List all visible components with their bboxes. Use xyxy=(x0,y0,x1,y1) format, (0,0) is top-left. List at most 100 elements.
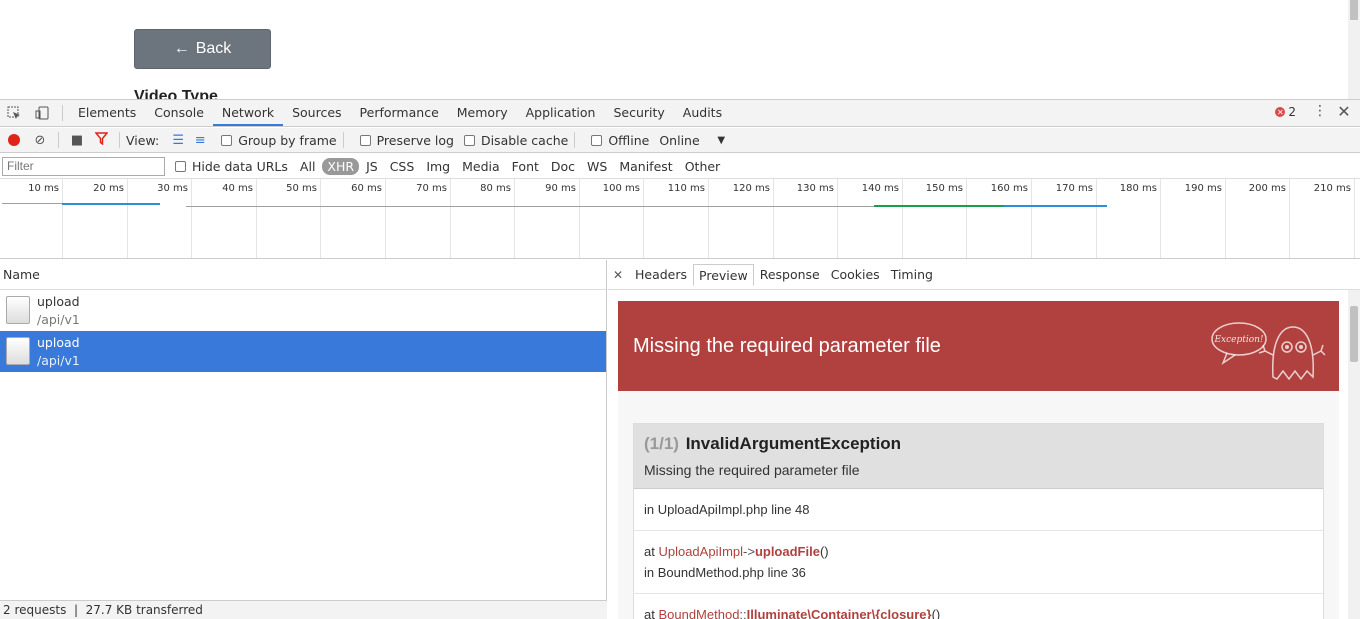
tab-security[interactable]: Security xyxy=(604,100,673,126)
filter-input[interactable] xyxy=(2,156,165,176)
detail-tab-timing[interactable]: Timing xyxy=(886,264,938,286)
timeline-tick-label: 90 ms xyxy=(545,183,576,194)
detail-tabbar: ✕ Headers Preview Response Cookies Timing xyxy=(608,260,1360,290)
disable-cache-checkbox[interactable] xyxy=(463,134,475,146)
group-by-frame-checkbox[interactable] xyxy=(221,134,233,146)
filter-type-ws[interactable]: WS xyxy=(582,158,612,175)
record-button[interactable] xyxy=(8,134,20,146)
back-button-label: Back xyxy=(195,40,232,57)
disable-cache-label: Disable cache xyxy=(480,132,569,148)
timeline-tick-label: 20 ms xyxy=(93,183,124,194)
timeline-gridline xyxy=(1289,179,1290,258)
close-devtools-icon[interactable]: ✕ xyxy=(1334,102,1354,121)
filter-type-xhr[interactable]: XHR xyxy=(322,157,360,175)
name-column-header[interactable]: Name xyxy=(0,260,606,290)
clear-icon[interactable]: ⊘ xyxy=(28,133,52,148)
timeline-tick-label: 110 ms xyxy=(667,183,705,194)
device-toolbar-icon[interactable] xyxy=(28,100,56,126)
timeline-tick-label: 150 ms xyxy=(925,183,963,194)
filter-type-manifest[interactable]: Manifest xyxy=(614,158,677,175)
timeline-tick-label: 70 ms xyxy=(416,183,447,194)
tab-elements[interactable]: Elements xyxy=(69,100,145,126)
filter-type-css[interactable]: CSS xyxy=(385,158,420,175)
detail-tab-preview[interactable]: Preview xyxy=(693,263,754,286)
tab-sources[interactable]: Sources xyxy=(283,100,350,126)
request-path: /api/v1 xyxy=(37,312,80,327)
tab-console[interactable]: Console xyxy=(145,100,213,126)
timeline-gridline xyxy=(966,179,967,258)
timeline-gridline xyxy=(385,179,386,258)
trace-args: () xyxy=(819,544,829,559)
inspect-element-icon[interactable] xyxy=(0,100,28,126)
request-name: upload xyxy=(37,335,80,350)
group-by-frame-label: Group by frame xyxy=(238,132,337,148)
request-row-selected[interactable]: upload /api/v1 xyxy=(0,331,606,372)
exception-title: (1/1) InvalidArgumentException xyxy=(644,434,1313,454)
waterfall-overview-icon[interactable]: ≡ xyxy=(189,133,211,148)
error-count: 2 xyxy=(1288,105,1296,119)
preview-scrollbar[interactable] xyxy=(1348,290,1360,619)
detail-tab-response[interactable]: Response xyxy=(755,264,825,286)
request-list-panel: Name upload /api/v1 upload /api/v1 2 req… xyxy=(0,260,607,619)
back-button[interactable]: ← Back xyxy=(134,29,271,69)
detail-tab-cookies[interactable]: Cookies xyxy=(826,264,885,286)
request-path: /api/v1 xyxy=(37,353,80,368)
timeline-tick-label: 10 ms xyxy=(28,183,59,194)
preserve-log-checkbox[interactable] xyxy=(359,134,371,146)
network-status-bar: 2 requests | 27.7 KB transferred xyxy=(0,600,607,619)
file-icon xyxy=(6,296,30,324)
arrow-left-icon: ← xyxy=(173,40,190,57)
timeline-gridline xyxy=(837,179,838,258)
timeline-tick-label: 100 ms xyxy=(602,183,640,194)
tab-network[interactable]: Network xyxy=(212,100,284,126)
tab-performance[interactable]: Performance xyxy=(351,100,448,126)
timeline-tick-label: 210 ms xyxy=(1313,183,1351,194)
filter-type-img[interactable]: Img xyxy=(421,158,455,175)
timeline-queue-segment xyxy=(186,206,874,207)
trace-args: () xyxy=(931,607,941,619)
tab-audits[interactable]: Audits xyxy=(674,100,731,126)
network-overview-timeline[interactable]: 10 ms 20 ms 30 ms 40 ms 50 ms 60 ms 70 ms 80 ms… xyxy=(0,179,1360,259)
offline-label: Offline xyxy=(608,132,650,148)
detail-tab-headers[interactable]: Headers xyxy=(630,264,692,286)
trace-method: uploadFile xyxy=(754,544,820,559)
capture-screenshots-icon[interactable]: ■ xyxy=(65,133,89,148)
request-row[interactable]: upload /api/v1 xyxy=(0,290,606,331)
close-detail-icon[interactable]: ✕ xyxy=(610,268,626,282)
exception-ghost-icon: Exception! xyxy=(1211,322,1326,381)
filter-type-js[interactable]: JS xyxy=(361,158,383,175)
tab-memory[interactable]: Memory xyxy=(448,100,517,126)
kebab-menu-icon[interactable]: ⋮ xyxy=(1310,103,1330,119)
filter-type-doc[interactable]: Doc xyxy=(546,158,580,175)
timeline-gridline xyxy=(1031,179,1032,258)
preserve-log-label: Preserve log xyxy=(376,132,454,148)
page-scrollbar[interactable] xyxy=(1348,0,1360,99)
filter-type-font[interactable]: Font xyxy=(507,158,544,175)
devtools-tabbar: Elements Console Network Sources Performance… xyxy=(0,100,1360,127)
large-rows-icon[interactable]: ☰ xyxy=(167,133,189,148)
trace-class: UploadApiImpl xyxy=(658,544,744,559)
file-icon xyxy=(6,337,30,365)
trace-at: at xyxy=(644,607,655,619)
response-preview: Missing the required parameter file Exce… xyxy=(618,301,1339,619)
filter-type-other[interactable]: Other xyxy=(680,158,726,175)
timeline-tick-label: 130 ms xyxy=(796,183,834,194)
tab-application[interactable]: Application xyxy=(517,100,605,126)
filter-type-media[interactable]: Media xyxy=(457,158,505,175)
timeline-gridline xyxy=(643,179,644,258)
page-heading: Video Type xyxy=(134,88,218,99)
error-counter[interactable]: ✕ 2 xyxy=(1275,105,1296,119)
throttling-select[interactable]: Online xyxy=(659,133,703,148)
hide-data-urls-checkbox[interactable] xyxy=(175,160,186,172)
filter-icon[interactable] xyxy=(89,131,113,149)
chevron-down-icon[interactable]: ▼ xyxy=(717,135,725,146)
devtools-panel: Elements Console Network Sources Performance… xyxy=(0,99,1360,619)
filter-type-all[interactable]: All xyxy=(295,158,321,175)
timeline-receiving-segment xyxy=(62,203,160,205)
offline-checkbox[interactable] xyxy=(591,134,603,146)
timeline-gridline xyxy=(514,179,515,258)
timeline-gridline xyxy=(62,179,63,258)
trace-operator: :: xyxy=(739,607,747,619)
timeline-gridline xyxy=(191,179,192,258)
timeline-tick-label: 120 ms xyxy=(732,183,770,194)
